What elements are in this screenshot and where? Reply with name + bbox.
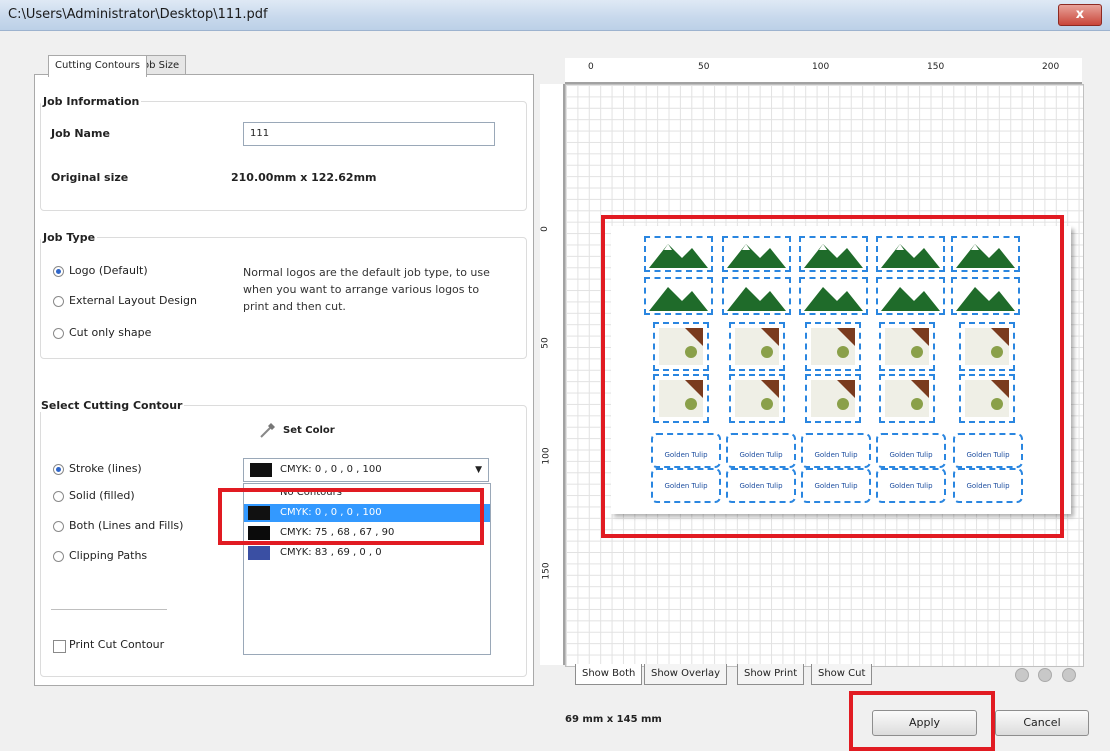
list-item[interactable]: CMYK: 83 , 69 , 0 , 0	[244, 544, 490, 562]
color-dropdown-value: CMYK: 0 , 0 , 0 , 100	[280, 464, 382, 475]
ruler-tick-label: 150	[927, 62, 945, 72]
both-lines-fills-label: Both (Lines and Fills)	[69, 519, 184, 532]
title-bar: C:\Users\Administrator\Desktop\111.pdf x	[0, 0, 1110, 31]
highlight-selected-color	[218, 488, 484, 545]
cut-only-shape-label: Cut only shape	[69, 326, 152, 339]
ruler-tick-label: 0	[539, 226, 550, 232]
external-layout-radio[interactable]	[53, 296, 64, 307]
chevron-down-icon: ▼	[475, 465, 482, 475]
highlight-preview	[601, 215, 1064, 538]
print-cut-contour-checkbox[interactable]	[53, 640, 66, 653]
job-name-label: Job Name	[51, 127, 110, 140]
logo-default-label: Logo (Default)	[69, 264, 148, 277]
nav-circle-icon[interactable]	[1038, 668, 1052, 682]
original-size-value: 210.00mm x 122.62mm	[231, 171, 377, 184]
tab-show-print[interactable]: Show Print	[737, 664, 805, 685]
eyedropper-icon[interactable]	[259, 421, 277, 439]
logo-default-radio[interactable]	[53, 266, 64, 277]
print-cut-contour-label: Print Cut Contour	[69, 638, 165, 651]
solid-filled-label: Solid (filled)	[69, 489, 135, 502]
color-swatch	[250, 463, 272, 477]
tab-show-both[interactable]: Show Both	[575, 664, 643, 685]
ruler-tick-label: 100	[812, 62, 830, 72]
clipping-paths-radio[interactable]	[53, 551, 64, 562]
divider	[51, 609, 167, 610]
stroke-lines-label: Stroke (lines)	[69, 462, 142, 475]
ruler-tick-label: 50	[540, 337, 551, 349]
solid-filled-radio[interactable]	[53, 491, 64, 502]
clipping-paths-label: Clipping Paths	[69, 549, 148, 562]
stroke-lines-radio[interactable]	[53, 464, 64, 475]
nav-circle-icon[interactable]	[1062, 668, 1076, 682]
ruler-tick-label: 200	[1042, 62, 1060, 72]
cut-only-shape-radio[interactable]	[53, 328, 64, 339]
tab-cutting-contours[interactable]: Cutting Contours	[48, 55, 147, 77]
color-swatch	[248, 546, 270, 560]
job-information-group	[40, 101, 527, 211]
tab-show-cut[interactable]: Show Cut	[811, 664, 873, 685]
external-layout-label: External Layout Design	[69, 294, 198, 307]
job-type-title: Job Type	[41, 231, 98, 244]
original-size-label: Original size	[51, 171, 129, 184]
close-button[interactable]: x	[1058, 4, 1102, 26]
top-ruler: 0 50 100 150 200	[565, 58, 1082, 84]
highlight-apply	[849, 691, 995, 751]
nav-circle-icon[interactable]	[1015, 668, 1029, 682]
color-dropdown[interactable]: CMYK: 0 , 0 , 0 , 100 ▼	[243, 458, 489, 482]
cancel-button[interactable]: Cancel	[995, 710, 1089, 736]
cutting-contour-title: Select Cutting Contour	[39, 399, 185, 412]
job-type-description: Normal logos are the default job type, t…	[243, 266, 490, 313]
job-name-input[interactable]: 111	[243, 122, 495, 146]
window-title: C:\Users\Administrator\Desktop\111.pdf	[8, 7, 268, 22]
settings-panel: Job Information Job Name 111 Original si…	[34, 74, 534, 686]
both-lines-fills-radio[interactable]	[53, 521, 64, 532]
ruler-tick-label: 0	[588, 62, 594, 72]
list-item-label: CMYK: 83 , 69 , 0 , 0	[280, 547, 382, 558]
ruler-tick-label: 100	[541, 447, 552, 465]
ruler-tick-label: 50	[698, 62, 710, 72]
dimensions-readout: 69 mm x 145 mm	[565, 714, 662, 725]
tab-show-overlay[interactable]: Show Overlay	[644, 664, 728, 685]
left-ruler: 0 50 100 150	[540, 84, 565, 665]
set-color-label: Set Color	[283, 425, 335, 436]
ruler-tick-label: 150	[541, 562, 552, 580]
job-information-title: Job Information	[41, 95, 142, 108]
